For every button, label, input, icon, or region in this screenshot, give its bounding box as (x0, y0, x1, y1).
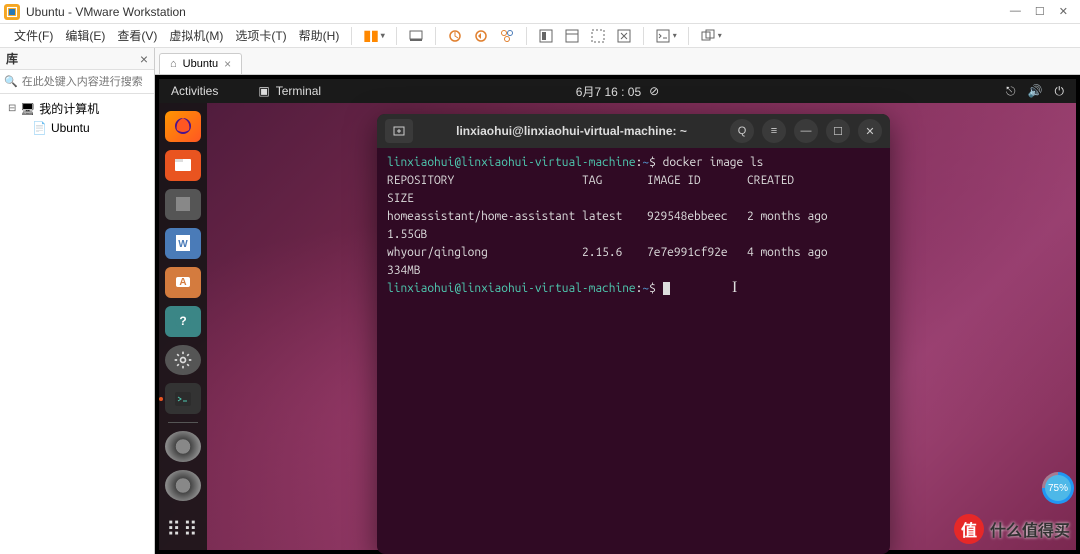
ubuntu-top-bar: Activities ▣ Terminal 6月7 16 : 05 ⊘ ⎋ 🔊 … (159, 79, 1076, 103)
clock[interactable]: 6月7 16 : 05 ⊘ (576, 83, 659, 100)
active-app-indicator[interactable]: ▣ Terminal (258, 84, 321, 98)
send-ctrl-alt-del-icon[interactable] (403, 28, 429, 44)
dock-help-icon[interactable]: ? (165, 306, 201, 337)
terminal-new-tab-button[interactable] (385, 119, 413, 143)
terminal-line: linxiaohui@linxiaohui-virtual-machine:~$… (387, 154, 880, 172)
snapshot-icon[interactable] (442, 28, 468, 44)
library-panel: 库 × 🔍 ▾ ⊟ 🖥 我的计算机 📄 Ubuntu (0, 48, 155, 554)
tab-ubuntu[interactable]: ⌂ Ubuntu × (159, 53, 242, 74)
terminal-close-button[interactable]: ✕ (858, 119, 882, 143)
activities-button[interactable]: Activities (171, 84, 218, 98)
power-icon[interactable]: ⏻ (1055, 84, 1065, 99)
watermark-text: 什么值得买 (990, 517, 1070, 541)
separator (643, 27, 644, 45)
table-row: homeassistant/home-assistantlatest929548… (387, 208, 880, 244)
menu-bar: 文件(F) 编辑(E) 查看(V) 虚拟机(M) 选项卡(T) 帮助(H) ▮▮… (0, 24, 1080, 48)
console-icon[interactable]: ▾ (650, 28, 682, 44)
dock-separator (168, 422, 198, 423)
library-title: 库 (6, 50, 18, 67)
menu-file[interactable]: 文件(F) (8, 27, 59, 44)
library-close-button[interactable]: × (140, 51, 148, 67)
dock-disk-icon[interactable] (165, 470, 201, 501)
search-icon: 🔍 (4, 75, 18, 88)
quick-switch-icon[interactable]: ▾ (695, 28, 727, 44)
dock-settings-icon[interactable] (165, 345, 201, 376)
window-title: Ubuntu - VMware Workstation (26, 5, 1010, 19)
separator (688, 27, 689, 45)
terminal-prompt-line: linxiaohui@linxiaohui-virtual-machine:~$ (387, 280, 880, 298)
active-app-label: Terminal (276, 84, 321, 98)
menu-edit[interactable]: 编辑(E) (59, 27, 111, 44)
search-input[interactable] (22, 76, 164, 88)
terminal-search-button[interactable]: Q (730, 119, 754, 143)
tab-bar: ⌂ Ubuntu × (155, 48, 1080, 74)
svg-text:A: A (179, 277, 186, 288)
terminal-cursor (663, 282, 670, 295)
separator (351, 27, 352, 45)
table-row: whyour/qinglong2.15.67e7e991cf92e4 month… (387, 244, 880, 280)
vmware-app-icon (4, 4, 20, 20)
dock-files-icon[interactable] (165, 150, 201, 181)
snapshot-manager-icon[interactable] (494, 28, 520, 44)
vm-display[interactable]: Activities ▣ Terminal 6月7 16 : 05 ⊘ ⎋ 🔊 … (155, 74, 1080, 554)
progress-indicator[interactable]: 75% (1042, 472, 1074, 504)
tab-label: Ubuntu (183, 58, 218, 70)
collapse-icon[interactable]: ⊟ (8, 103, 20, 114)
dock-firefox-icon[interactable] (165, 111, 201, 142)
vm-icon: 📄 (32, 121, 47, 135)
terminal-header-row: REPOSITORYTAGIMAGE IDCREATEDSIZE (387, 172, 880, 208)
maximize-button[interactable]: ☐ (1035, 5, 1045, 18)
tree-item-label: Ubuntu (51, 121, 90, 135)
dock-software-icon[interactable]: A (165, 267, 201, 298)
dock-writer-icon[interactable]: W (165, 228, 201, 259)
tree-root-label: 我的计算机 (39, 100, 99, 117)
watermark-badge: 值 (954, 514, 984, 544)
dock-terminal-icon[interactable] (165, 383, 201, 414)
computer-icon: 🖥 (20, 102, 35, 116)
menu-help[interactable]: 帮助(H) (293, 27, 346, 44)
text-cursor-icon: I (732, 279, 737, 297)
ubuntu-dock: W A ? ⠿⠿ (159, 103, 207, 550)
window-title-bar: Ubuntu - VMware Workstation — ☐ ✕ (0, 0, 1080, 24)
dock-app-icon[interactable] (165, 189, 201, 220)
terminal-icon: ▣ (258, 84, 269, 98)
home-icon: ⌂ (170, 58, 177, 70)
terminal-titlebar[interactable]: linxiaohui@linxiaohui-virtual-machine: ~… (377, 114, 890, 148)
terminal-body[interactable]: linxiaohui@linxiaohui-virtual-machine:~$… (377, 148, 890, 554)
menu-view[interactable]: 查看(V) (111, 27, 163, 44)
tree-item-ubuntu[interactable]: 📄 Ubuntu (28, 119, 150, 137)
library-search[interactable]: 🔍 ▾ (0, 70, 154, 94)
console-view-icon[interactable] (585, 28, 611, 44)
separator (435, 27, 436, 45)
dock-disk-icon[interactable] (165, 431, 201, 462)
minimize-button[interactable]: — (1010, 5, 1021, 18)
dock-show-apps-icon[interactable]: ⠿⠿ (166, 517, 199, 550)
tab-close-button[interactable]: × (224, 57, 231, 71)
snapshot-revert-icon[interactable] (468, 28, 494, 44)
menu-vm[interactable]: 虚拟机(M) (163, 27, 229, 44)
pause-vm-button[interactable]: ▮▮▾ (358, 27, 389, 44)
separator (396, 27, 397, 45)
menu-tabs[interactable]: 选项卡(T) (229, 27, 292, 44)
terminal-maximize-button[interactable]: ☐ (826, 119, 850, 143)
tree-root-my-computer[interactable]: ⊟ 🖥 我的计算机 (4, 98, 150, 119)
volume-icon[interactable]: 🔊 (1028, 84, 1043, 98)
terminal-menu-button[interactable]: ≡ (762, 119, 786, 143)
close-button[interactable]: ✕ (1059, 5, 1068, 18)
terminal-window[interactable]: linxiaohui@linxiaohui-virtual-machine: ~… (377, 114, 890, 554)
stretch-icon[interactable] (611, 28, 637, 44)
network-icon[interactable]: ⎋ (1006, 84, 1016, 99)
separator (526, 27, 527, 45)
watermark: 值 什么值得买 (954, 514, 1070, 544)
unity-icon[interactable] (559, 28, 585, 44)
notification-icon: ⊘ (649, 84, 659, 98)
svg-text:W: W (178, 239, 188, 250)
fullscreen-icon[interactable] (533, 28, 559, 44)
terminal-minimize-button[interactable]: — (794, 119, 818, 143)
terminal-title: linxiaohui@linxiaohui-virtual-machine: ~ (421, 124, 722, 138)
svg-text:?: ? (179, 314, 186, 328)
